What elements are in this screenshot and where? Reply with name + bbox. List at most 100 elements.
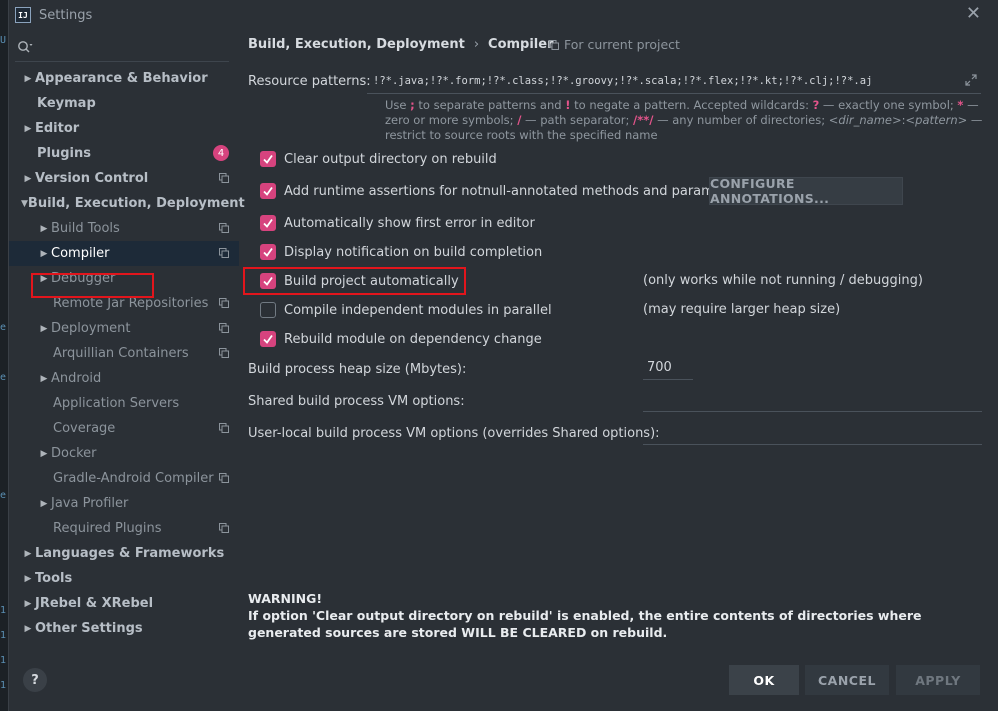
sidebar-item-remote-jar-repositories[interactable]: Remote Jar Repositories	[9, 291, 239, 316]
intellij-app-icon: IJ	[15, 7, 31, 23]
sidebar-item-build-execution-deployment[interactable]: ▼ Build, Execution, Deployment	[9, 191, 245, 216]
checkbox-checked-icon	[260, 151, 276, 167]
project-level-icon	[549, 39, 559, 50]
show-first-error-checkbox[interactable]: Automatically show first error in editor	[260, 212, 535, 234]
clear-output-checkbox[interactable]: Clear output directory on rebuild	[260, 148, 497, 170]
expand-arrow-icon: ▶	[40, 273, 48, 284]
configure-annotations-button[interactable]: CONFIGURE ANNOTATIONS...	[709, 176, 903, 206]
compile-parallel-checkbox[interactable]: Compile independent modules in parallel	[260, 299, 552, 321]
sidebar-item-editor[interactable]: ▶ Editor	[9, 116, 239, 141]
sidebar-item-android[interactable]: ▶ Android	[9, 366, 239, 391]
warning-text: If option 'Clear output directory on reb…	[248, 608, 922, 640]
compiler-settings-panel: Build, Execution, Deployment › Compiler …	[239, 30, 998, 660]
build-automatically-checkbox[interactable]: Build project automatically	[260, 270, 459, 292]
resource-patterns-label: Resource patterns:	[248, 74, 371, 89]
project-level-icon	[219, 348, 229, 358]
checkbox-checked-icon	[260, 183, 276, 199]
sidebar-item-java-profiler[interactable]: ▶ Java Profiler	[9, 491, 239, 516]
sidebar-item-appearance-behavior[interactable]: ▶ Appearance & Behavior	[9, 66, 239, 91]
expand-arrow-icon: ▶	[24, 173, 32, 184]
checkbox-checked-icon	[260, 273, 276, 289]
expand-field-icon[interactable]	[965, 74, 977, 90]
expand-arrow-icon: ▶	[40, 223, 48, 234]
sidebar-item-gradle-android-compiler[interactable]: Gradle-Android Compiler	[9, 466, 239, 491]
sidebar-item-jrebel-xrebel[interactable]: ▶ JRebel & XRebel	[9, 591, 239, 616]
heap-size-input[interactable]: 700	[643, 356, 693, 380]
for-current-project: For current project	[549, 37, 680, 52]
expand-arrow-icon: ▶	[40, 248, 48, 259]
edge-glyph: e	[0, 372, 7, 383]
settings-tree: ▶ Appearance & Behavior Keymap ▶ Editor Pl…	[9, 66, 245, 641]
help-button[interactable]: ?	[23, 668, 47, 692]
shared-vm-options-label: Shared build process VM options:	[248, 394, 465, 409]
sidebar-item-required-plugins[interactable]: Required Plugins	[9, 516, 239, 541]
sidebar-item-debugger[interactable]: ▶ Debugger	[9, 266, 239, 291]
rebuild-module-checkbox[interactable]: Rebuild module on dependency change	[260, 328, 542, 350]
plugins-update-badge: 4	[213, 145, 229, 161]
breadcrumb-current: Compiler	[488, 37, 554, 52]
sidebar-item-deployment[interactable]: ▶ Deployment	[9, 316, 239, 341]
project-level-icon	[219, 423, 229, 433]
expand-arrow-icon: ▶	[40, 373, 48, 384]
collapse-arrow-icon: ▼	[21, 198, 28, 209]
sidebar-item-docker[interactable]: ▶ Docker	[9, 441, 239, 466]
edge-glyph: e	[0, 490, 7, 501]
edge-glyph: 1	[0, 680, 7, 691]
background-window-edge: U e e e 1 1 1 1	[0, 0, 8, 711]
search-input[interactable]	[35, 37, 227, 57]
sidebar-item-other-settings[interactable]: ▶ Other Settings	[9, 616, 239, 641]
sidebar-item-application-servers[interactable]: Application Servers	[9, 391, 239, 416]
project-level-icon	[219, 248, 229, 258]
window-title: Settings	[39, 7, 93, 23]
resource-patterns-field[interactable]: !?*.java;!?*.form;!?*.class;!?*.groovy;!…	[367, 68, 981, 94]
checkbox-checked-icon	[260, 244, 276, 260]
settings-dialog: IJ Settings ✕ ▶ Appearance & Behavior Key…	[8, 0, 998, 711]
ok-button[interactable]: OK	[729, 665, 799, 695]
shared-vm-options-input[interactable]	[643, 388, 982, 412]
sidebar-item-keymap[interactable]: Keymap	[9, 91, 239, 116]
project-level-icon	[219, 523, 229, 533]
user-vm-options-input[interactable]	[643, 421, 982, 445]
sidebar-item-plugins[interactable]: Plugins 4	[9, 141, 239, 166]
close-icon[interactable]: ✕	[966, 5, 981, 23]
settings-sidebar: ▶ Appearance & Behavior Keymap ▶ Editor Pl…	[9, 30, 245, 711]
sidebar-item-build-tools[interactable]: ▶ Build Tools	[9, 216, 239, 241]
resource-patterns-value: !?*.java;!?*.form;!?*.class;!?*.groovy;!…	[373, 74, 873, 87]
search-icon	[15, 40, 35, 54]
user-vm-options-label: User-local build process VM options (ove…	[248, 426, 660, 441]
build-automatically-note: (only works while not running / debuggin…	[643, 273, 923, 288]
edge-glyph: e	[0, 322, 7, 333]
heap-size-label: Build process heap size (Mbytes):	[248, 362, 467, 377]
edge-glyph: 1	[0, 655, 7, 666]
checkbox-checked-icon	[260, 215, 276, 231]
sidebar-item-version-control[interactable]: ▶ Version Control	[9, 166, 239, 191]
sidebar-item-compiler[interactable]: ▶ Compiler	[9, 241, 239, 266]
breadcrumb: Build, Execution, Deployment › Compiler	[248, 37, 554, 52]
project-level-icon	[219, 323, 229, 333]
sidebar-item-coverage[interactable]: Coverage	[9, 416, 239, 441]
project-level-icon	[219, 173, 229, 183]
sidebar-item-tools[interactable]: ▶ Tools	[9, 566, 239, 591]
runtime-assertions-checkbox[interactable]: Add runtime assertions for notnull-annot…	[260, 180, 747, 202]
title-bar: IJ Settings ✕	[9, 0, 998, 30]
expand-arrow-icon: ▶	[24, 123, 32, 134]
edge-glyph: 1	[0, 605, 7, 616]
breadcrumb-separator: ›	[473, 37, 480, 52]
warning-message: WARNING! If option 'Clear output directo…	[248, 590, 988, 641]
sidebar-item-languages-frameworks[interactable]: ▶ Languages & Frameworks	[9, 541, 239, 566]
checkbox-unchecked-icon	[260, 302, 276, 318]
display-notification-checkbox[interactable]: Display notification on build completion	[260, 241, 542, 263]
expand-arrow-icon: ▶	[24, 573, 32, 584]
cancel-button[interactable]: CANCEL	[805, 665, 889, 695]
project-level-icon	[219, 223, 229, 233]
edge-glyph: 1	[0, 630, 7, 641]
resource-patterns-hint: Use ; to separate patterns and ! to nega…	[385, 98, 983, 142]
settings-search	[15, 36, 227, 58]
project-level-icon	[219, 298, 229, 308]
expand-arrow-icon: ▶	[40, 323, 48, 334]
compile-parallel-note: (may require larger heap size)	[643, 302, 841, 317]
sidebar-item-arquillian-containers[interactable]: Arquillian Containers	[9, 341, 239, 366]
breadcrumb-parent[interactable]: Build, Execution, Deployment	[248, 37, 465, 52]
apply-button[interactable]: APPLY	[896, 665, 980, 695]
expand-arrow-icon: ▶	[24, 548, 32, 559]
